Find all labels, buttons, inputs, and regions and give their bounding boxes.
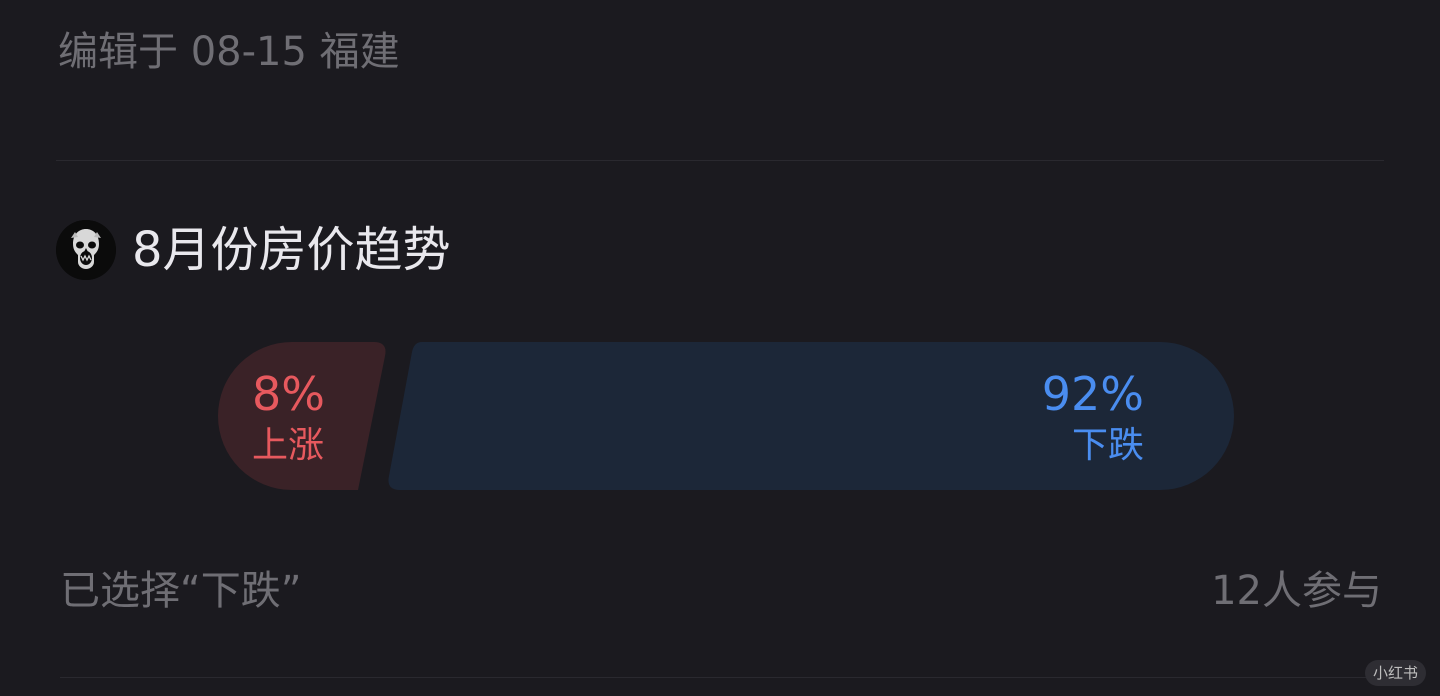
poll-option-down[interactable]: 92% 下跌: [386, 340, 1234, 492]
option-down-label: 下跌: [1071, 425, 1144, 466]
option-up-label: 上涨: [252, 425, 325, 466]
poll-selected-text: 已选择“下跌”: [60, 568, 302, 614]
divider: [56, 160, 1384, 161]
poll-option-up[interactable]: 8% 上涨: [206, 340, 386, 492]
poll-header: 8月份房价趋势: [56, 218, 451, 282]
poll-bar: 8% 上涨 92% 下跌: [206, 340, 1234, 492]
option-up-percent: 8%: [252, 367, 325, 421]
watermark-badge: 小红书: [1364, 660, 1426, 686]
edit-meta-text: 编辑于 08-15 福建: [58, 29, 400, 75]
divider: [60, 677, 1384, 678]
skull-avatar-icon[interactable]: [56, 220, 116, 280]
option-down-percent: 92%: [1041, 367, 1144, 421]
poll-participants-count: 12人参与: [1211, 568, 1382, 614]
poll-title: 8月份房价趋势: [132, 222, 451, 278]
